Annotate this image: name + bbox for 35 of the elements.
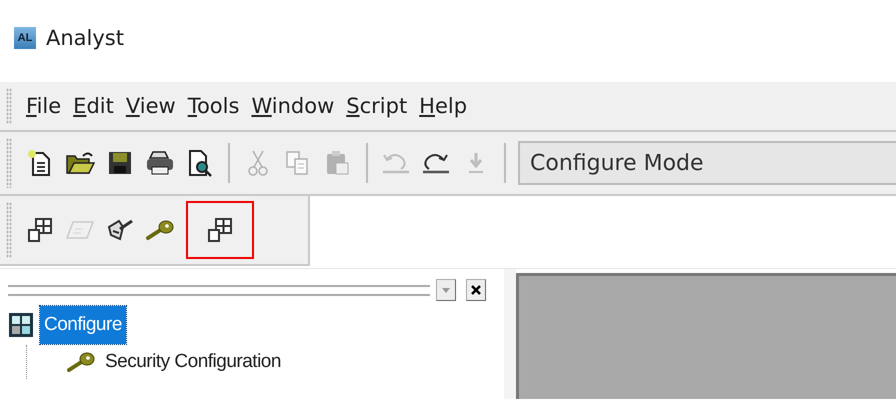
grid-icon: [207, 217, 233, 243]
menu-item[interactable]: Script: [340, 94, 414, 118]
key-icon: [67, 351, 95, 373]
undo-arrow-icon: [381, 151, 411, 175]
tree-item[interactable]: Configure: [40, 306, 126, 344]
grid-icon: [27, 217, 53, 243]
printer-icon: [145, 150, 175, 176]
menu-item[interactable]: Help: [413, 94, 474, 118]
down-arrow-icon: [467, 151, 485, 175]
caret-icon: [442, 288, 450, 292]
menu-item[interactable]: Edit: [67, 94, 120, 118]
scissors-icon: [247, 149, 269, 177]
menu-item[interactable]: View: [120, 94, 182, 118]
close-icon: [471, 285, 481, 295]
folder-icon: [65, 150, 95, 176]
close-button[interactable]: [466, 279, 486, 301]
menu-item[interactable]: Window: [245, 94, 340, 118]
key-icon: [146, 219, 174, 241]
redo-arrow-icon: [421, 151, 451, 175]
panel-grip[interactable]: [8, 284, 430, 296]
magnifier-page-icon: [187, 149, 213, 177]
tool-hand-icon: [106, 217, 134, 243]
grid-icon: [8, 312, 34, 338]
menu-item[interactable]: Tools: [182, 94, 246, 118]
new-document-icon: [27, 149, 53, 177]
toolbar-button[interactable]: [186, 201, 254, 259]
window-title: Analyst: [46, 26, 124, 50]
tree-item[interactable]: Security Configuration: [101, 343, 285, 381]
dropdown-button[interactable]: [436, 279, 456, 301]
copy-icon: [285, 150, 311, 176]
parallelogram-icon: [65, 219, 95, 241]
mode-field[interactable]: Configure Mode: [518, 141, 896, 185]
app-logo: AL: [14, 27, 36, 49]
menu-item[interactable]: File: [20, 94, 68, 118]
clipboard-icon: [325, 150, 351, 176]
